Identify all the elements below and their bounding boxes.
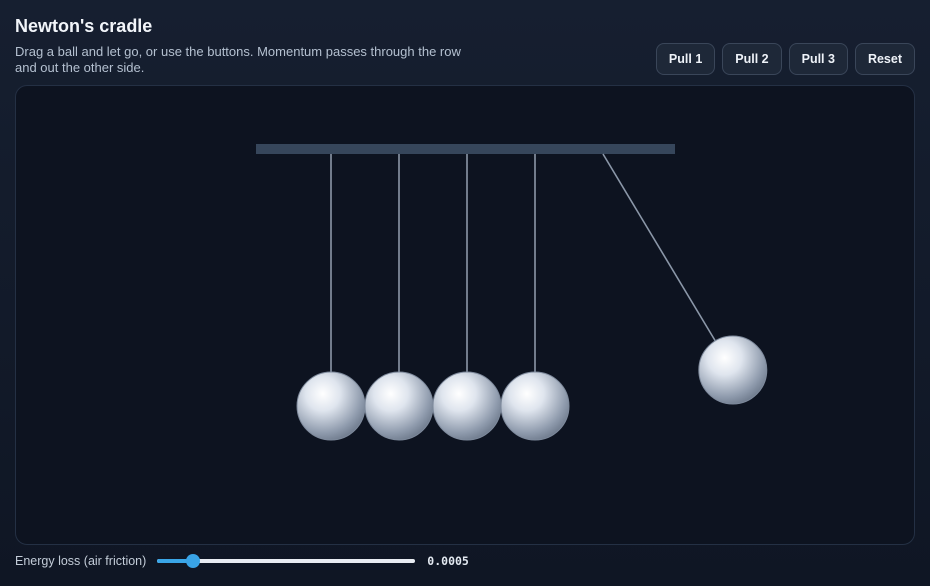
friction-control: Energy loss (air friction) 0.0005 xyxy=(15,553,469,569)
cradle-drawing xyxy=(256,144,768,441)
app-window: Newton's cradle Drag a ball and let go, … xyxy=(0,0,930,586)
cradle-canvas[interactable] xyxy=(15,85,915,545)
friction-label: Energy loss (air friction) xyxy=(15,554,147,568)
friction-value: 0.0005 xyxy=(427,554,469,568)
friction-slider[interactable] xyxy=(157,553,416,569)
page-title: Newton's cradle xyxy=(15,16,153,36)
pull-2-button[interactable]: Pull 2 xyxy=(722,43,782,75)
pendulum-ball-4[interactable] xyxy=(500,371,570,441)
pull-3-button[interactable]: Pull 3 xyxy=(788,43,848,75)
pendulum-ball-2[interactable] xyxy=(364,371,434,441)
reset-button[interactable]: Reset xyxy=(854,43,915,75)
support-bar xyxy=(256,144,675,154)
toolbar: Pull 1 Pull 2 Pull 3 Reset xyxy=(655,43,915,75)
friction-slider-thumb[interactable] xyxy=(186,554,201,568)
pendulum-string-5 xyxy=(602,153,716,342)
pendulum-ball-5[interactable] xyxy=(698,335,768,405)
pull-1-button[interactable]: Pull 1 xyxy=(655,43,716,75)
page-subtitle: Drag a ball and let go, or use the butto… xyxy=(15,44,461,75)
pendulum-ball-1[interactable] xyxy=(296,371,366,441)
pendulum-ball-3[interactable] xyxy=(432,371,502,441)
